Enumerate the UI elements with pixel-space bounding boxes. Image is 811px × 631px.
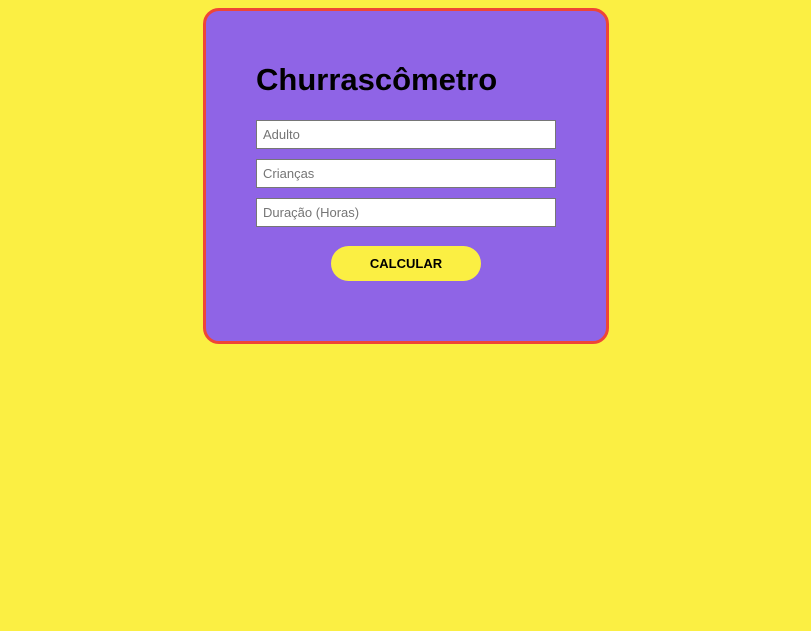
adults-input[interactable]	[256, 120, 556, 149]
calculator-card: Churrascômetro CALCULAR	[203, 8, 609, 344]
duration-input[interactable]	[256, 198, 556, 227]
page-title: Churrascômetro	[256, 62, 498, 97]
calculate-button[interactable]: CALCULAR	[331, 246, 481, 281]
children-input[interactable]	[256, 159, 556, 188]
